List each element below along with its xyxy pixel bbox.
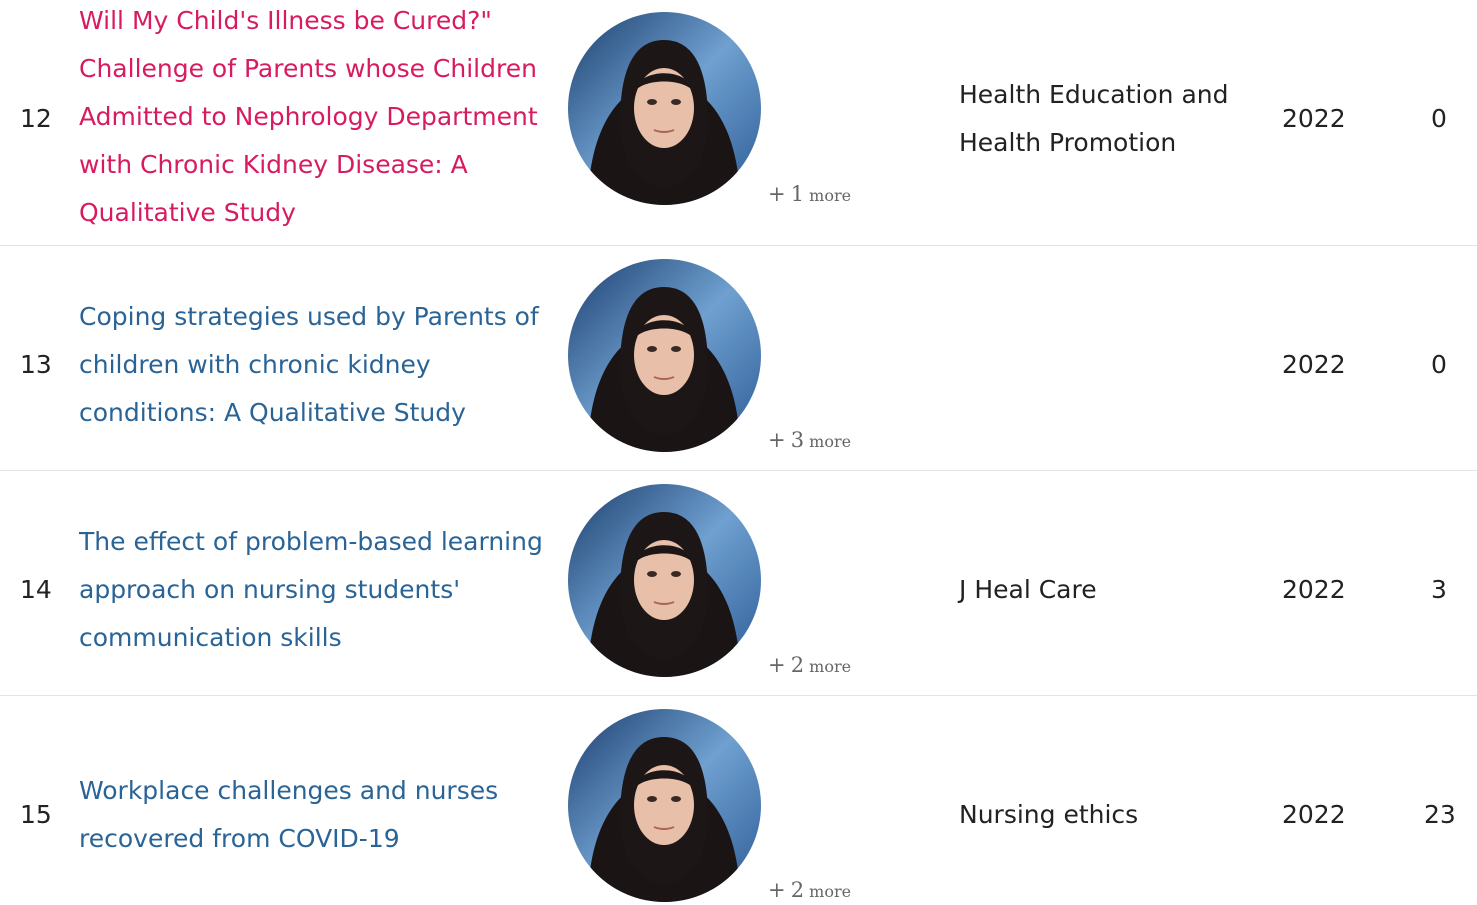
more-plus: +: [768, 878, 786, 902]
more-authors-link[interactable]: + 2 more: [768, 878, 851, 902]
publication-year: 2022: [1282, 575, 1346, 604]
journal-name: J Heal Care: [959, 575, 1097, 604]
publication-title-link[interactable]: Will My Child's Illness be Cured?" Chall…: [79, 0, 549, 237]
table-row: 14 The effect of problem-based learning …: [0, 471, 1477, 696]
citation-count: 0: [1431, 104, 1447, 133]
table-row: 12 Will My Child's Illness be Cured?" Ch…: [0, 0, 1477, 246]
row-number: 13: [20, 350, 52, 379]
citation-count: 0: [1431, 350, 1447, 379]
more-count: 1: [790, 182, 805, 206]
more-plus: +: [768, 653, 786, 677]
journal-name: Nursing ethics: [959, 800, 1139, 829]
author-photo-icon: [568, 259, 761, 452]
publication-title-link[interactable]: Workplace challenges and nurses recovere…: [79, 767, 549, 863]
more-authors-link[interactable]: + 1 more: [768, 182, 851, 206]
journal-name: Health Education and Health Promotion: [959, 80, 1229, 157]
more-count: 2: [790, 653, 805, 677]
more-plus: +: [768, 182, 786, 206]
author-avatar[interactable]: [568, 484, 761, 677]
more-plus: +: [768, 428, 786, 452]
author-photo-icon: [568, 709, 761, 902]
more-word: more: [809, 186, 852, 205]
more-authors-link[interactable]: + 3 more: [768, 428, 851, 452]
publication-title-link[interactable]: Coping strategies used by Parents of chi…: [79, 293, 549, 437]
row-number: 12: [20, 104, 52, 133]
more-count: 2: [790, 878, 805, 902]
author-photo-icon: [568, 484, 761, 677]
publication-year: 2022: [1282, 800, 1346, 829]
table-row: 13 Coping strategies used by Parents of …: [0, 246, 1477, 471]
author-avatar[interactable]: [568, 259, 761, 452]
author-avatar[interactable]: [568, 709, 761, 902]
publication-year: 2022: [1282, 350, 1346, 379]
more-count: 3: [790, 428, 805, 452]
citation-count: 23: [1424, 800, 1456, 829]
more-word: more: [809, 432, 852, 451]
publications-table: 12 Will My Child's Illness be Cured?" Ch…: [0, 0, 1477, 905]
publication-year: 2022: [1282, 104, 1346, 133]
row-number: 15: [20, 800, 52, 829]
more-word: more: [809, 657, 852, 676]
table-row: 15 Workplace challenges and nurses recov…: [0, 696, 1477, 905]
author-avatar[interactable]: [568, 12, 761, 205]
more-word: more: [809, 882, 852, 901]
author-photo-icon: [568, 12, 761, 205]
publication-title-link[interactable]: The effect of problem-based learning app…: [79, 518, 549, 662]
more-authors-link[interactable]: + 2 more: [768, 653, 851, 677]
citation-count: 3: [1431, 575, 1447, 604]
row-number: 14: [20, 575, 52, 604]
